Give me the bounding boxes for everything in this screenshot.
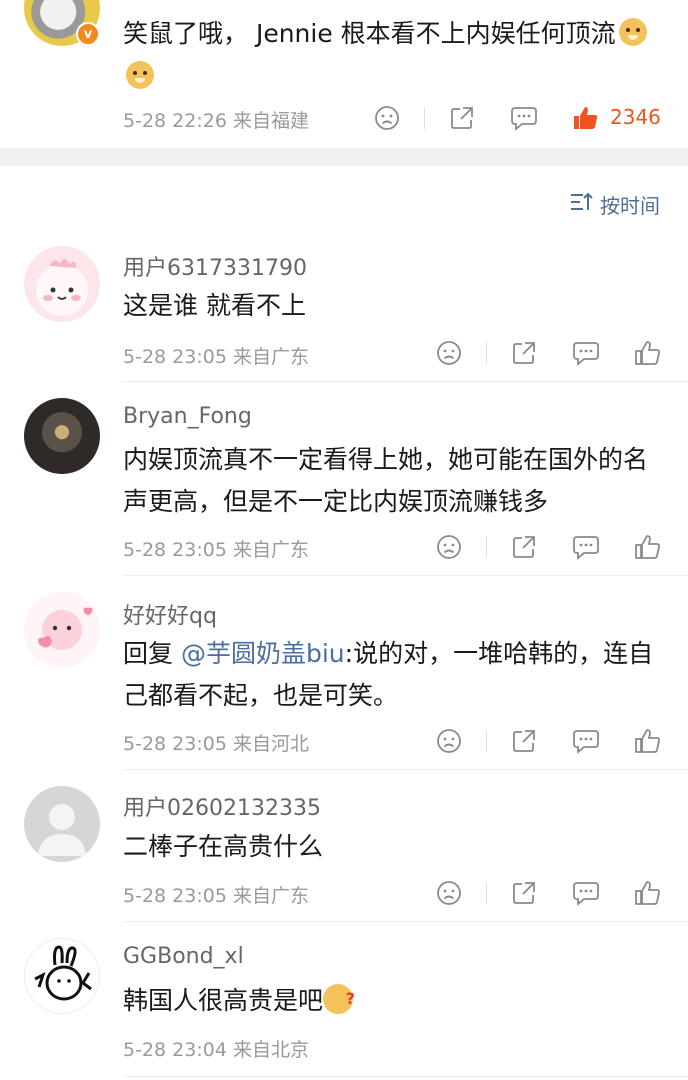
comment-meta: 5-28 23:05 来自广东 bbox=[123, 885, 309, 907]
username[interactable]: 用户6317331790 bbox=[123, 250, 307, 282]
comment-bubble-icon[interactable] bbox=[571, 878, 601, 908]
comment-item: GGBond_xl 韩国人很高贵是吧 5-28 23:04 来自北京 bbox=[0, 928, 688, 1078]
thumbs-up-icon[interactable] bbox=[632, 338, 662, 368]
share-icon[interactable] bbox=[447, 103, 477, 133]
row-divider bbox=[123, 575, 688, 576]
username[interactable]: 好好好qq bbox=[123, 598, 217, 630]
comment-meta: 5-28 23:04 来自北京 bbox=[123, 1039, 309, 1061]
section-divider bbox=[0, 148, 688, 166]
avatar[interactable] bbox=[24, 398, 100, 474]
sad-face-icon[interactable] bbox=[434, 726, 464, 756]
thumbs-up-icon[interactable] bbox=[632, 878, 662, 908]
comment-meta: 5-28 23:05 来自广东 bbox=[123, 539, 309, 561]
doge-emoji-icon bbox=[126, 61, 154, 89]
reply-prefix: 回复 bbox=[123, 639, 174, 668]
avatar[interactable] bbox=[24, 246, 100, 322]
username[interactable]: GGBond_xl bbox=[123, 944, 244, 969]
comment-item: 好好好qq 回复 @芋圆奶盖biu:说的对，一堆哈韩的，连自己都看不起，也是可笑… bbox=[0, 582, 688, 770]
row-divider bbox=[123, 769, 688, 770]
comment-actions: 2346 bbox=[372, 103, 672, 135]
thumbs-up-icon[interactable] bbox=[632, 726, 662, 756]
comment-item: Bryan_Fong 内娱顶流真不一定看得上她，她可能在国外的名声更高，但是不一… bbox=[0, 388, 688, 576]
comment-bubble-icon[interactable] bbox=[571, 726, 601, 756]
divider bbox=[424, 107, 425, 129]
comment-text: 内娱顶流真不一定看得上她，她可能在国外的名声更高，但是不一定比内娱顶流赚钱多 bbox=[123, 445, 649, 516]
doge-emoji-icon bbox=[618, 18, 647, 46]
row-divider bbox=[123, 921, 688, 922]
mention-link[interactable]: @芋圆奶盖biu bbox=[181, 639, 345, 668]
comment-actions bbox=[434, 878, 668, 910]
comment-meta: 5-28 23:05 来自河北 bbox=[123, 733, 309, 755]
comment-actions bbox=[434, 338, 668, 370]
avatar[interactable] bbox=[24, 938, 100, 1014]
comment-text-content: 韩国人很高贵是吧 bbox=[123, 986, 324, 1015]
comment-text: 这是谁 就看不上 bbox=[123, 291, 306, 320]
verified-badge: v bbox=[76, 22, 100, 46]
thumbs-up-icon[interactable] bbox=[632, 532, 662, 562]
sort-label: 按时间 bbox=[600, 194, 660, 218]
comment-text-content: 笑鼠了哦， Jennie 根本看不上内娱任何顶流 bbox=[123, 19, 616, 48]
avatar[interactable] bbox=[24, 592, 100, 668]
like-count: 2346 bbox=[610, 105, 661, 129]
username[interactable]: 用户02602132335 bbox=[123, 790, 321, 822]
thinking-emoji-icon bbox=[323, 978, 355, 1020]
share-icon[interactable] bbox=[509, 338, 539, 368]
username[interactable]: Bryan_Fong bbox=[123, 404, 252, 429]
comment-text: 回复 @芋圆奶盖biu:说的对，一堆哈韩的，连自己都看不起，也是可笑。 bbox=[123, 633, 663, 717]
thumbs-up-icon[interactable] bbox=[570, 103, 600, 133]
sad-face-icon[interactable] bbox=[434, 532, 464, 562]
divider bbox=[486, 342, 487, 364]
comment-actions bbox=[434, 532, 668, 564]
sad-face-icon[interactable] bbox=[434, 338, 464, 368]
comment-item: 用户02602132335 二棒子在高贵什么 5-28 23:05 来自广东 bbox=[0, 776, 688, 922]
share-icon[interactable] bbox=[509, 726, 539, 756]
comment-item: 用户6317331790 这是谁 就看不上 5-28 23:05 来自广东 bbox=[0, 236, 688, 382]
sad-face-icon[interactable] bbox=[434, 878, 464, 908]
comment-text: 韩国人很高贵是吧 bbox=[123, 978, 663, 1022]
comment-bubble-icon[interactable] bbox=[571, 532, 601, 562]
row-divider bbox=[123, 381, 688, 382]
comment-meta: 5-28 23:05 来自广东 bbox=[123, 346, 309, 368]
divider bbox=[486, 730, 487, 752]
comment-text: 笑鼠了哦， Jennie 根本看不上内娱任何顶流 bbox=[123, 12, 663, 98]
divider bbox=[486, 536, 487, 558]
sort-toggle[interactable]: 按时间 bbox=[570, 190, 660, 219]
divider bbox=[486, 882, 487, 904]
comment-bubble-icon[interactable] bbox=[509, 103, 539, 133]
avatar[interactable] bbox=[24, 786, 100, 862]
share-icon[interactable] bbox=[509, 878, 539, 908]
comment-meta: 5-28 22:26 来自福建 bbox=[123, 110, 309, 132]
share-icon[interactable] bbox=[509, 532, 539, 562]
row-divider bbox=[123, 1076, 688, 1077]
sort-icon bbox=[570, 191, 594, 218]
comment-text: 二棒子在高贵什么 bbox=[123, 832, 324, 861]
top-comment: v 笑鼠了哦， Jennie 根本看不上内娱任何顶流 5-28 22:26 来自… bbox=[0, 0, 688, 148]
comment-bubble-icon[interactable] bbox=[571, 338, 601, 368]
comment-actions bbox=[434, 726, 668, 758]
sad-face-icon[interactable] bbox=[372, 103, 402, 133]
